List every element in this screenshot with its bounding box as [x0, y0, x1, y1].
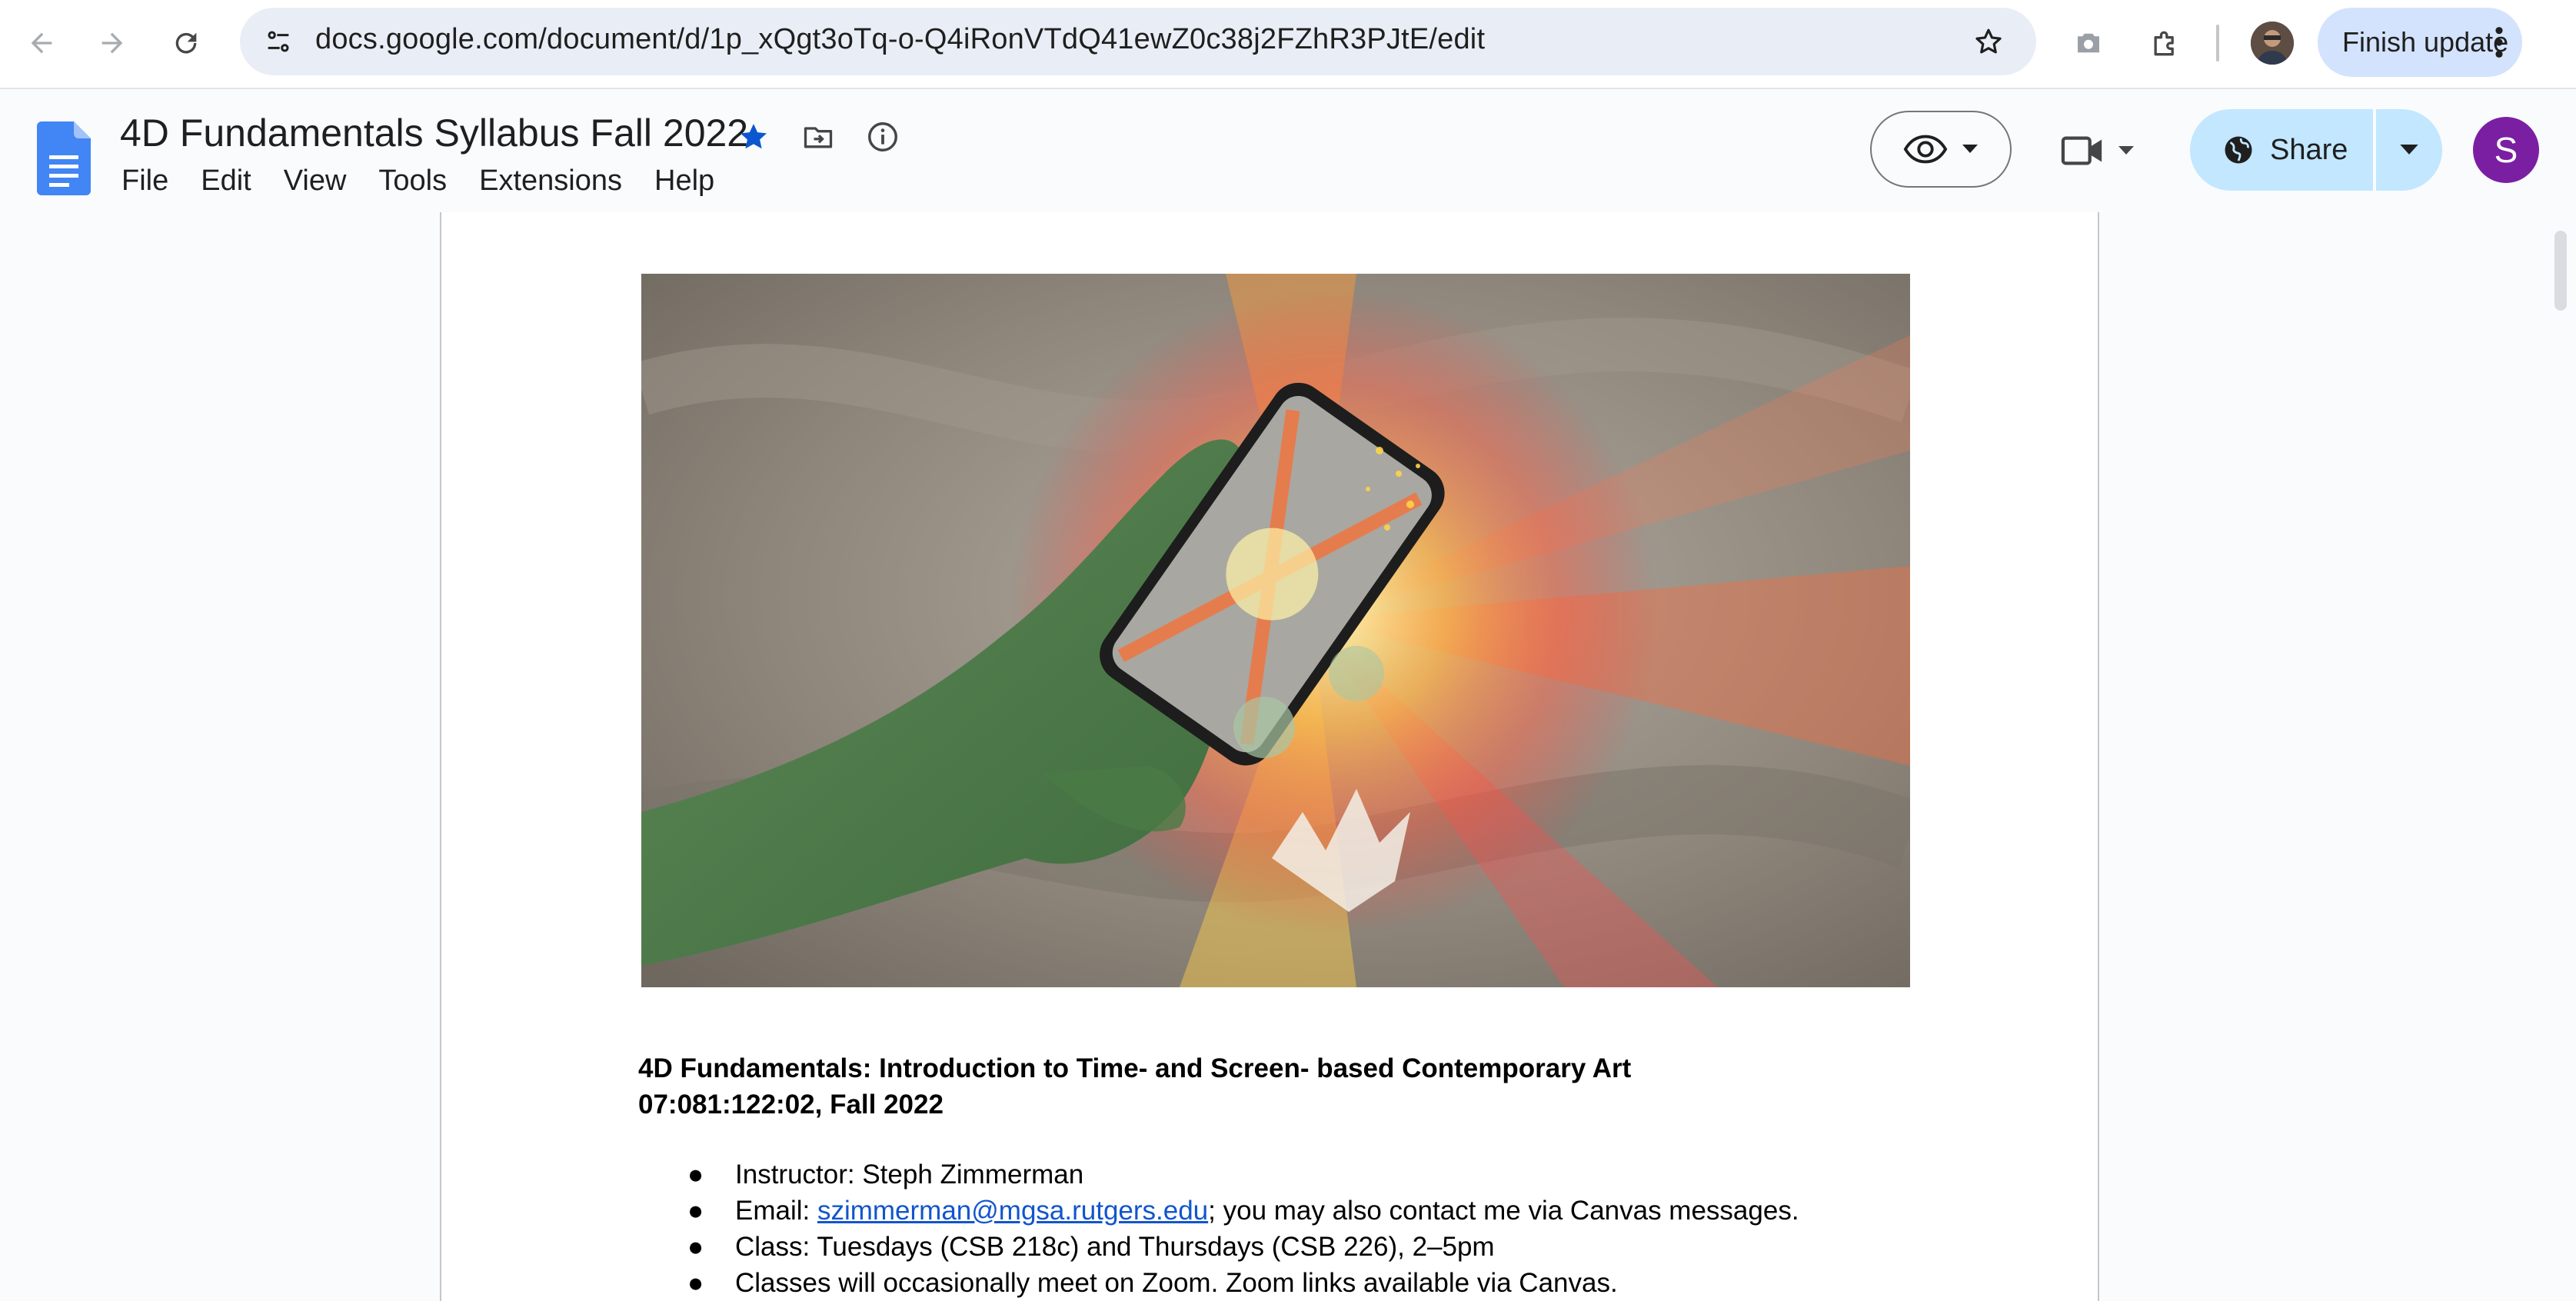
list-item: ● Instructor: Steph Zimmerman	[638, 1156, 1799, 1193]
instructor-text: Instructor: Steph Zimmerman	[735, 1160, 1084, 1190]
video-camera-icon	[2061, 136, 2102, 165]
zoom-note-text: Classes will occasionally meet on Zoom. …	[735, 1268, 1618, 1298]
browser-toolbar: docs.google.com/document/d/1p_xQgt3oTq-o…	[0, 0, 2576, 89]
syllabus-heading-course-code: 07:081:122:02, Fall 2022	[638, 1090, 944, 1120]
share-options-button[interactable]	[2376, 109, 2442, 191]
docs-menu-bar: File Edit View Tools Extensions Help	[121, 165, 747, 198]
bullet-icon: ●	[687, 1232, 704, 1262]
finish-update-label: Finish update	[2342, 26, 2509, 58]
url-text[interactable]: docs.google.com/document/d/1p_xQgt3oTq-o…	[315, 23, 1485, 56]
share-button[interactable]: Share	[2190, 109, 2373, 191]
email-suffix: ; you may also contact me via Canvas mes…	[1208, 1196, 1799, 1226]
caret-down-icon	[2400, 145, 2418, 155]
info-icon[interactable]	[860, 114, 906, 160]
class-schedule-text: Class: Tuesdays (CSB 218c) and Thursdays…	[735, 1232, 1495, 1262]
document-image-hand-with-phone[interactable]	[641, 274, 1910, 987]
share-label: Share	[2270, 133, 2348, 166]
caret-down-icon	[1962, 145, 1978, 153]
back-arrow-icon[interactable]	[17, 18, 66, 68]
docs-header: 4D Fundamentals Syllabus Fall 2022 File …	[0, 89, 2576, 212]
forward-arrow-icon[interactable]	[88, 18, 137, 68]
account-avatar[interactable]: S	[2473, 117, 2539, 183]
bookmark-star-icon[interactable]	[1964, 17, 2013, 66]
menu-view[interactable]: View	[284, 165, 347, 198]
menu-tools[interactable]: Tools	[378, 165, 447, 198]
finish-update-button[interactable]: Finish update	[2318, 8, 2522, 77]
list-item: ● Classes will occasionally meet on Zoom…	[638, 1265, 1799, 1301]
menu-help[interactable]: Help	[654, 165, 714, 198]
email-link[interactable]: szimmerman@mgsa.rutgers.edu	[817, 1196, 1208, 1226]
viewing-mode-button[interactable]	[1870, 111, 2012, 188]
menu-extensions[interactable]: Extensions	[479, 165, 622, 198]
docs-logo-icon[interactable]	[37, 121, 91, 195]
course-info-list: ● Instructor: Steph Zimmerman ● Email: s…	[638, 1156, 1799, 1301]
bullet-icon: ●	[687, 1196, 704, 1226]
more-vert-icon	[2495, 27, 2503, 58]
reload-icon[interactable]	[161, 18, 211, 68]
menu-edit[interactable]: Edit	[201, 165, 251, 198]
bullet-icon: ●	[687, 1268, 704, 1298]
profile-avatar[interactable]	[2251, 22, 2294, 65]
site-info-icon[interactable]	[254, 17, 303, 66]
syllabus-heading: 4D Fundamentals: Introduction to Time- a…	[638, 1050, 1631, 1123]
menu-file[interactable]: File	[121, 165, 168, 198]
meet-call-button[interactable]	[2061, 128, 2153, 174]
move-folder-icon[interactable]	[795, 114, 841, 160]
document-canvas: 4D Fundamentals: Introduction to Time- a…	[0, 212, 2576, 1301]
eye-icon	[1903, 135, 1948, 164]
bullet-icon: ●	[687, 1160, 704, 1190]
star-icon[interactable]	[731, 114, 777, 160]
globe-icon	[2225, 136, 2252, 164]
camera-icon[interactable]	[2064, 18, 2113, 68]
document-page: 4D Fundamentals: Introduction to Time- a…	[440, 212, 2099, 1301]
vertical-scrollbar-thumb[interactable]	[2554, 231, 2567, 311]
syllabus-heading-title: 4D Fundamentals: Introduction to Time- a…	[638, 1053, 1632, 1083]
toolbar-divider	[2216, 25, 2219, 62]
caret-down-icon	[2118, 146, 2134, 155]
list-item: ● Class: Tuesdays (CSB 218c) and Thursda…	[638, 1229, 1799, 1265]
email-prefix: Email:	[735, 1196, 817, 1226]
document-title[interactable]: 4D Fundamentals Syllabus Fall 2022	[120, 111, 748, 155]
list-item: ● Email: szimmerman@mgsa.rutgers.edu; yo…	[638, 1193, 1799, 1229]
extensions-puzzle-icon[interactable]	[2141, 18, 2190, 68]
address-bar[interactable]: docs.google.com/document/d/1p_xQgt3oTq-o…	[240, 8, 2036, 75]
